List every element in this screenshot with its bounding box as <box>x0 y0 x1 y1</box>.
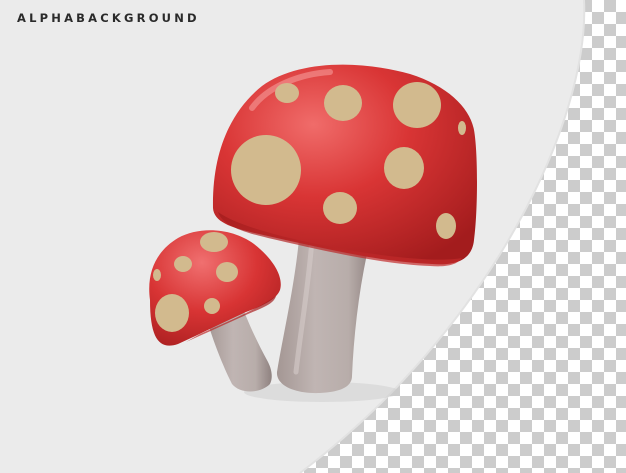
spot <box>393 82 441 128</box>
spot <box>384 147 424 189</box>
spot <box>216 262 238 282</box>
mushroom-scene <box>0 0 626 473</box>
spot <box>174 256 192 272</box>
watermark-text: ALPHABACKGROUND <box>17 11 200 25</box>
spot <box>324 85 362 121</box>
spot <box>323 192 357 224</box>
spot <box>155 294 189 332</box>
spot <box>200 232 228 252</box>
spot <box>458 121 466 135</box>
spot <box>153 269 161 281</box>
spot <box>204 298 220 314</box>
spot <box>275 83 299 103</box>
spot <box>436 213 456 239</box>
